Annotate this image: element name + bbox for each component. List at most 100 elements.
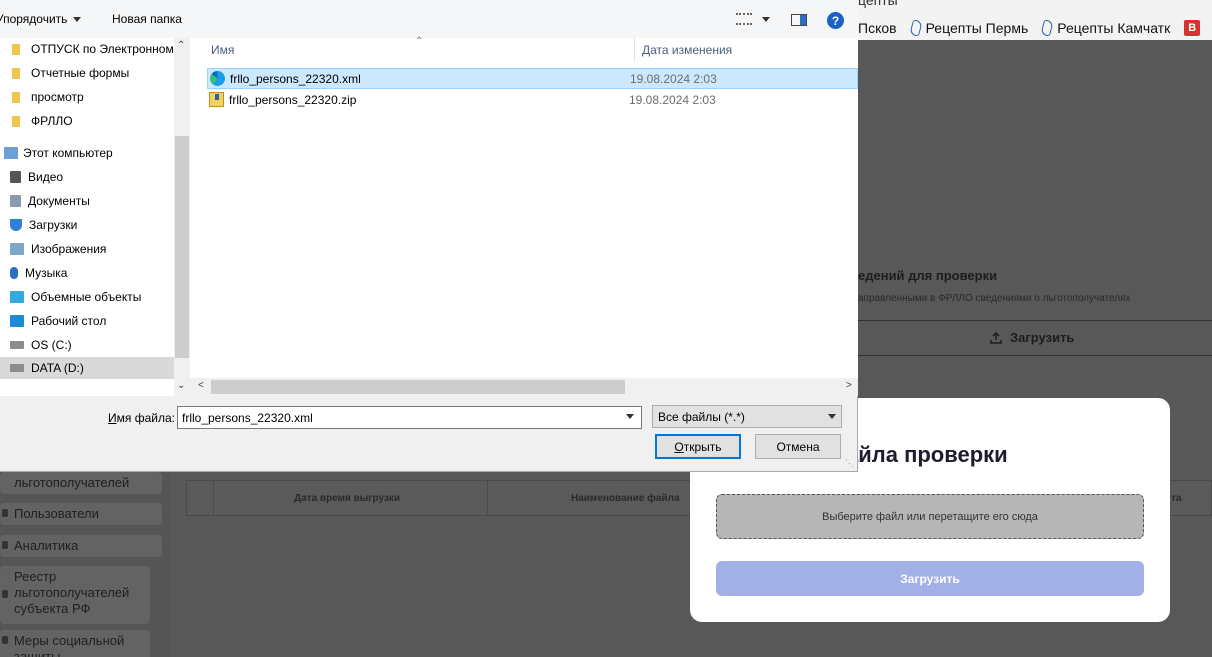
bookmark-perm[interactable]: Рецепты Пермь xyxy=(908,20,1029,36)
column-header-name[interactable]: Имя xyxy=(211,43,234,57)
organize-label: Упорядочить xyxy=(0,12,68,26)
column-header-file-name: Наименование файла xyxy=(571,493,680,504)
nav-item-downloads[interactable]: Загрузки xyxy=(0,214,174,236)
scroll-up-icon[interactable]: ⌃ xyxy=(177,40,185,51)
sort-up-icon: ⌃ xyxy=(415,36,424,47)
preview-pane-button[interactable] xyxy=(791,14,807,26)
column-divider[interactable] xyxy=(634,38,635,62)
sidebar-item-analytics[interactable]: Аналитика xyxy=(0,535,162,557)
hscroll-thumb[interactable] xyxy=(211,380,625,394)
sidebar-item-label: Аналитика xyxy=(14,538,79,553)
bookmark-kamchatka[interactable]: Рецепты Камчатк xyxy=(1040,20,1171,36)
panel-upload-button[interactable]: Загрузить xyxy=(990,330,1074,345)
social-measures-icon xyxy=(2,636,8,644)
new-folder-button[interactable]: Новая папка xyxy=(112,12,182,26)
feather-bookmark-icon xyxy=(908,20,923,36)
music-icon xyxy=(10,267,18,279)
bookmark-label: Псков xyxy=(858,20,897,36)
desktop-icon xyxy=(10,315,24,327)
sidebar-item-registry[interactable]: Реестр льготополучателей субъекта РФ xyxy=(0,566,150,624)
modal-title: айла проверки xyxy=(846,442,1008,467)
divider xyxy=(858,355,1212,356)
scroll-left-icon[interactable]: < xyxy=(198,380,204,391)
open-button[interactable]: Открыть xyxy=(655,434,741,459)
filename-label: Имя файла: xyxy=(108,411,175,425)
modal-upload-button[interactable]: Загрузить xyxy=(716,561,1144,596)
nav-item-frllo[interactable]: ФРЛЛО xyxy=(0,110,174,132)
documents-icon xyxy=(10,195,21,207)
filename-input[interactable] xyxy=(177,406,642,429)
open-file-dialog: Упорядочить Новая папка ? ОТПУСК по Элек… xyxy=(0,0,858,472)
file-name: frllo_persons_22320.zip xyxy=(229,92,357,107)
check-panel-title: едений для проверки xyxy=(858,268,998,283)
sidebar-item-users[interactable]: Пользователи xyxy=(0,503,162,525)
nav-scrollbar[interactable]: ⌃ ⌄ xyxy=(174,38,190,396)
column-header-date: та xyxy=(1171,493,1182,504)
choose-file-link[interactable]: Выберите файл xyxy=(822,511,904,523)
nav-item-video[interactable]: Видео xyxy=(0,166,174,188)
cancel-button[interactable]: Отмена xyxy=(755,434,841,459)
red-square-bookmark-icon: В xyxy=(1184,20,1201,36)
nav-item-drive-d[interactable]: DATA (D:) xyxy=(0,357,174,379)
chevron-down-icon xyxy=(73,16,82,22)
scroll-down-icon[interactable]: ⌄ xyxy=(177,380,185,391)
dropzone-hint: или перетащите его сюда xyxy=(906,510,1038,523)
tab-title[interactable]: цепты xyxy=(858,0,898,8)
sidebar-item-beneficiaries[interactable]: льготополучателей xyxy=(0,472,162,494)
bookmarks-bar: Псков Рецепты Пермь Рецепты Камчатк В xyxy=(858,16,1201,40)
help-icon[interactable]: ? xyxy=(827,12,844,29)
navigation-pane: ОТПУСК по Электронном Отчетные формы про… xyxy=(0,38,190,396)
bookmark-pskov[interactable]: Псков xyxy=(858,20,897,36)
column-header-date-modified[interactable]: Дата изменения xyxy=(642,43,732,57)
chevron-down-icon[interactable] xyxy=(828,414,836,419)
bookmark-red[interactable]: В xyxy=(1184,20,1201,36)
nav-item-view[interactable]: просмотр xyxy=(0,86,174,108)
resize-grip-icon[interactable]: ⋱ xyxy=(845,458,854,469)
analytics-icon xyxy=(2,541,8,549)
download-icon xyxy=(10,219,22,231)
nav-scroll-thumb[interactable] xyxy=(175,136,189,358)
dialog-toolbar: Упорядочить Новая папка ? xyxy=(0,0,858,38)
column-divider xyxy=(487,481,488,515)
organize-button[interactable]: Упорядочить xyxy=(0,12,82,26)
nav-item-music[interactable]: Музыка xyxy=(0,262,174,284)
nav-item-reports[interactable]: Отчетные формы xyxy=(0,62,174,84)
file-name: frllo_persons_22320.xml xyxy=(230,71,361,86)
registry-icon xyxy=(2,590,8,598)
upload-label: Загрузить xyxy=(1010,330,1075,345)
file-list-hscrollbar[interactable]: < > xyxy=(190,378,858,396)
nav-item-desktop[interactable]: Рабочий стол xyxy=(0,310,174,332)
view-options-button[interactable] xyxy=(736,13,770,25)
nav-item-label: Изображения xyxy=(31,242,107,256)
nav-item-pictures[interactable]: Изображения xyxy=(0,238,174,260)
nav-item-label: ФРЛЛО xyxy=(31,114,73,128)
nav-item-3d-objects[interactable]: Объемные объекты xyxy=(0,286,174,308)
file-date: 19.08.2024 2:03 xyxy=(630,71,717,86)
bookmark-label: Рецепты Пермь xyxy=(925,20,1029,36)
nav-item-label: Отчетные формы xyxy=(31,66,130,80)
column-divider xyxy=(213,481,214,515)
users-icon xyxy=(2,509,8,517)
scroll-right-icon[interactable]: > xyxy=(846,380,852,391)
nav-item-otpusk[interactable]: ОТПУСК по Электронном xyxy=(0,38,174,60)
nav-item-label: Документы xyxy=(28,194,90,208)
nav-item-this-pc[interactable]: Этот компьютер xyxy=(0,142,174,164)
sidebar-item-label: льготополучателей xyxy=(14,475,130,490)
bookmark-label: Рецепты Камчатк xyxy=(1057,20,1171,36)
file-dropzone[interactable]: Выберите файл или перетащите его сюда xyxy=(716,494,1144,539)
chevron-down-icon xyxy=(762,16,770,22)
file-date: 19.08.2024 2:03 xyxy=(629,92,716,107)
nav-item-documents[interactable]: Документы xyxy=(0,190,174,212)
divider xyxy=(858,320,1212,321)
file-row[interactable]: frllo_persons_22320.xml 19.08.2024 2:03 xyxy=(207,68,858,89)
sidebar-item-social-measures[interactable]: Меры социальной защиты xyxy=(0,630,150,657)
nav-item-label: OS (C:) xyxy=(31,338,72,352)
computer-icon xyxy=(4,147,18,159)
folder-icon xyxy=(12,43,20,55)
file-row[interactable]: frllo_persons_22320.zip 19.08.2024 2:03 xyxy=(207,89,858,110)
file-type-select[interactable]: Все файлы (*.*) xyxy=(652,405,842,428)
chevron-down-icon[interactable] xyxy=(626,414,634,419)
sidebar-item-label: Реестр льготополучателей субъекта РФ xyxy=(14,569,130,616)
nav-item-drive-c[interactable]: OS (C:) xyxy=(0,334,174,356)
nav-item-label: Объемные объекты xyxy=(31,290,142,304)
